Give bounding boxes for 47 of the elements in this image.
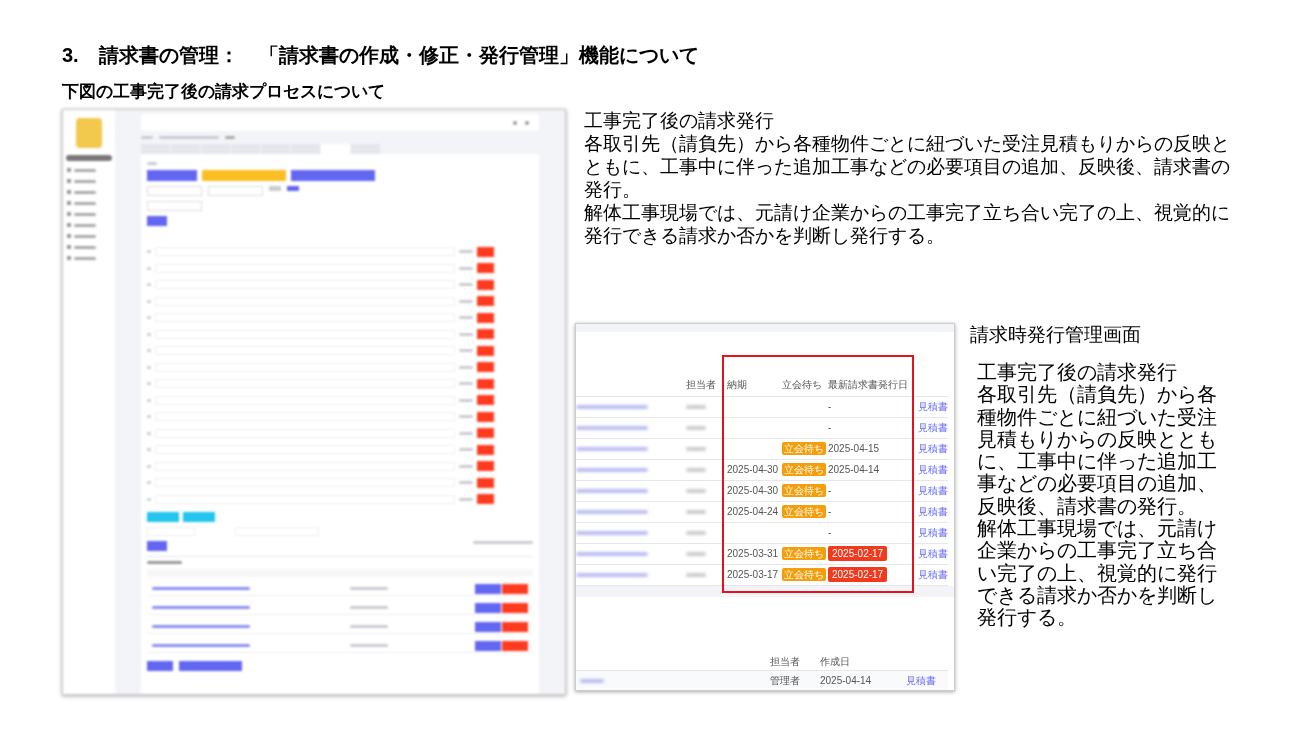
side-note-text: 工事完了後の請求発行 <box>977 361 1178 384</box>
invoice-date: - <box>828 400 832 415</box>
description-text: 工事完了後の請求発行 <box>584 109 775 132</box>
column-header: 最新請求書発行日 <box>828 377 908 392</box>
created-date: 2025-04-14 <box>820 674 873 688</box>
side-note-text: 解体工事現場では、元請け企業からの工事完了立ち合い完了の上、視覚的に発行できる請求か否かを判断し発行する。 <box>977 517 1218 629</box>
invoice-date: - <box>828 484 832 499</box>
estimate-link[interactable]: 見積書 <box>918 399 948 415</box>
column-header: 作成日 <box>820 656 850 667</box>
status-badge: 立会待ち <box>782 442 826 456</box>
slide-title: 3. 請求書の管理： 「請求書の作成・修正・発行管理」機能について <box>62 43 700 68</box>
screen-caption: 請求時発行管理画面 <box>970 323 1142 347</box>
due-date: 2025-03-17 <box>727 568 779 583</box>
invoice-date: 2025-02-17 <box>828 567 888 583</box>
column-header: 納期 <box>727 377 747 392</box>
slide-subtitle: 下図の工事完了後の請求プロセスについて <box>62 81 386 102</box>
estimate-link[interactable]: 見積書 <box>918 441 948 457</box>
invoice-date: - <box>828 421 832 436</box>
invoice-date: 2025-02-17 <box>828 546 888 562</box>
estimate-link[interactable]: 見積書 <box>918 504 948 520</box>
side-note-text: 各取引先（請負先）から各種物件ごとに紐づいた受注見積もりからの反映とともに、工事中に伴った追加工事などの必要項目の追加、反映後、請求書の発行。 <box>977 383 1218 518</box>
due-date: 2025-03-31 <box>727 547 779 562</box>
status-badge: 立会待ち <box>782 547 826 561</box>
invoice-date: 2025-04-14 <box>828 463 880 478</box>
column-header: 担当者 <box>770 656 800 667</box>
due-date: 2025-04-30 <box>727 484 779 499</box>
column-header: 担当者 <box>686 377 716 392</box>
description-text: 各取引先（請負先）から各種物件ごとに紐づいた受注見積もりからの反映とともに、工事中に伴った追加工事などの必要項目の追加、反映後、請求書の発行。 <box>584 132 1231 201</box>
estimate-link[interactable]: 見積書 <box>906 673 936 688</box>
assignee: 管理者 <box>770 674 801 688</box>
status-badge: 立会待ち <box>782 505 826 519</box>
invoice-date: - <box>828 526 832 541</box>
column-header: 立会待ち <box>782 377 822 392</box>
estimate-link[interactable]: 見積書 <box>918 483 948 499</box>
status-badge: 立会待ち <box>782 484 826 498</box>
invoice-date: - <box>828 505 832 520</box>
estimate-link[interactable]: 見積書 <box>918 420 948 436</box>
due-date: 2025-04-30 <box>727 463 779 478</box>
estimate-link[interactable]: 見積書 <box>918 546 948 562</box>
estimate-link[interactable]: 見積書 <box>918 525 948 541</box>
estimate-link[interactable]: 見積書 <box>918 462 948 478</box>
due-date: 2025-04-24 <box>727 505 779 520</box>
status-badge: 立会待ち <box>782 568 826 582</box>
invoice-date: 2025-04-15 <box>828 442 880 457</box>
estimate-link[interactable]: 見積書 <box>918 567 948 583</box>
description-text: 解体工事現場では、元請け企業からの工事完了立ち合い完了の上、視覚的に発行できる請求か否かを判断し発行する。 <box>584 201 1231 247</box>
status-badge: 立会待ち <box>782 463 826 477</box>
